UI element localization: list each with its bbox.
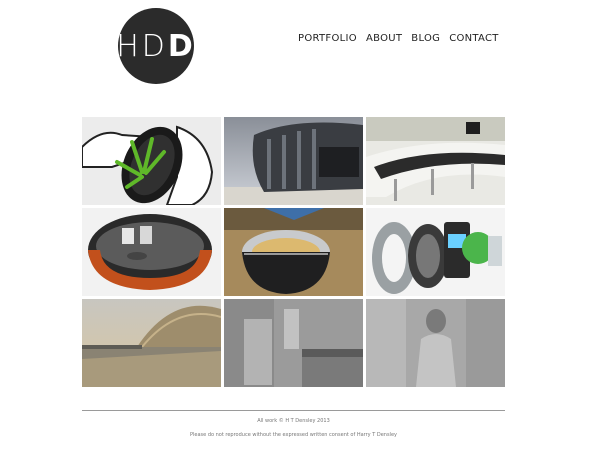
nav-about[interactable]: ABOUT <box>366 33 402 44</box>
footer-notice: Please do not reproduce without the expr… <box>190 432 397 438</box>
portfolio-tile-stove[interactable] <box>224 208 363 296</box>
main-nav: PORTFOLIO ABOUT BLOG CONTACT <box>298 33 499 44</box>
portfolio-tile-theatre[interactable] <box>82 299 221 387</box>
portfolio-tile-interior[interactable] <box>224 299 363 387</box>
portfolio-tile-person[interactable] <box>366 299 505 387</box>
site-logo[interactable]: HD D <box>116 8 196 84</box>
footer-divider <box>82 410 505 411</box>
portfolio-tile-desk[interactable] <box>366 117 505 205</box>
nav-blog[interactable]: BLOG <box>411 33 440 44</box>
portfolio-grid <box>82 117 505 387</box>
footer-copyright: All work © H T Densley 2013 <box>257 418 330 424</box>
portfolio-tile-building[interactable] <box>224 117 363 205</box>
nav-portfolio[interactable]: PORTFOLIO <box>298 33 357 44</box>
logo-text-light: HD <box>116 28 168 64</box>
portfolio-tile-device[interactable] <box>366 208 505 296</box>
nav-contact[interactable]: CONTACT <box>449 33 499 44</box>
logo-text-bold: D <box>167 28 196 64</box>
portfolio-tile-planter[interactable] <box>82 117 221 205</box>
portfolio-tile-pod[interactable] <box>82 208 221 296</box>
